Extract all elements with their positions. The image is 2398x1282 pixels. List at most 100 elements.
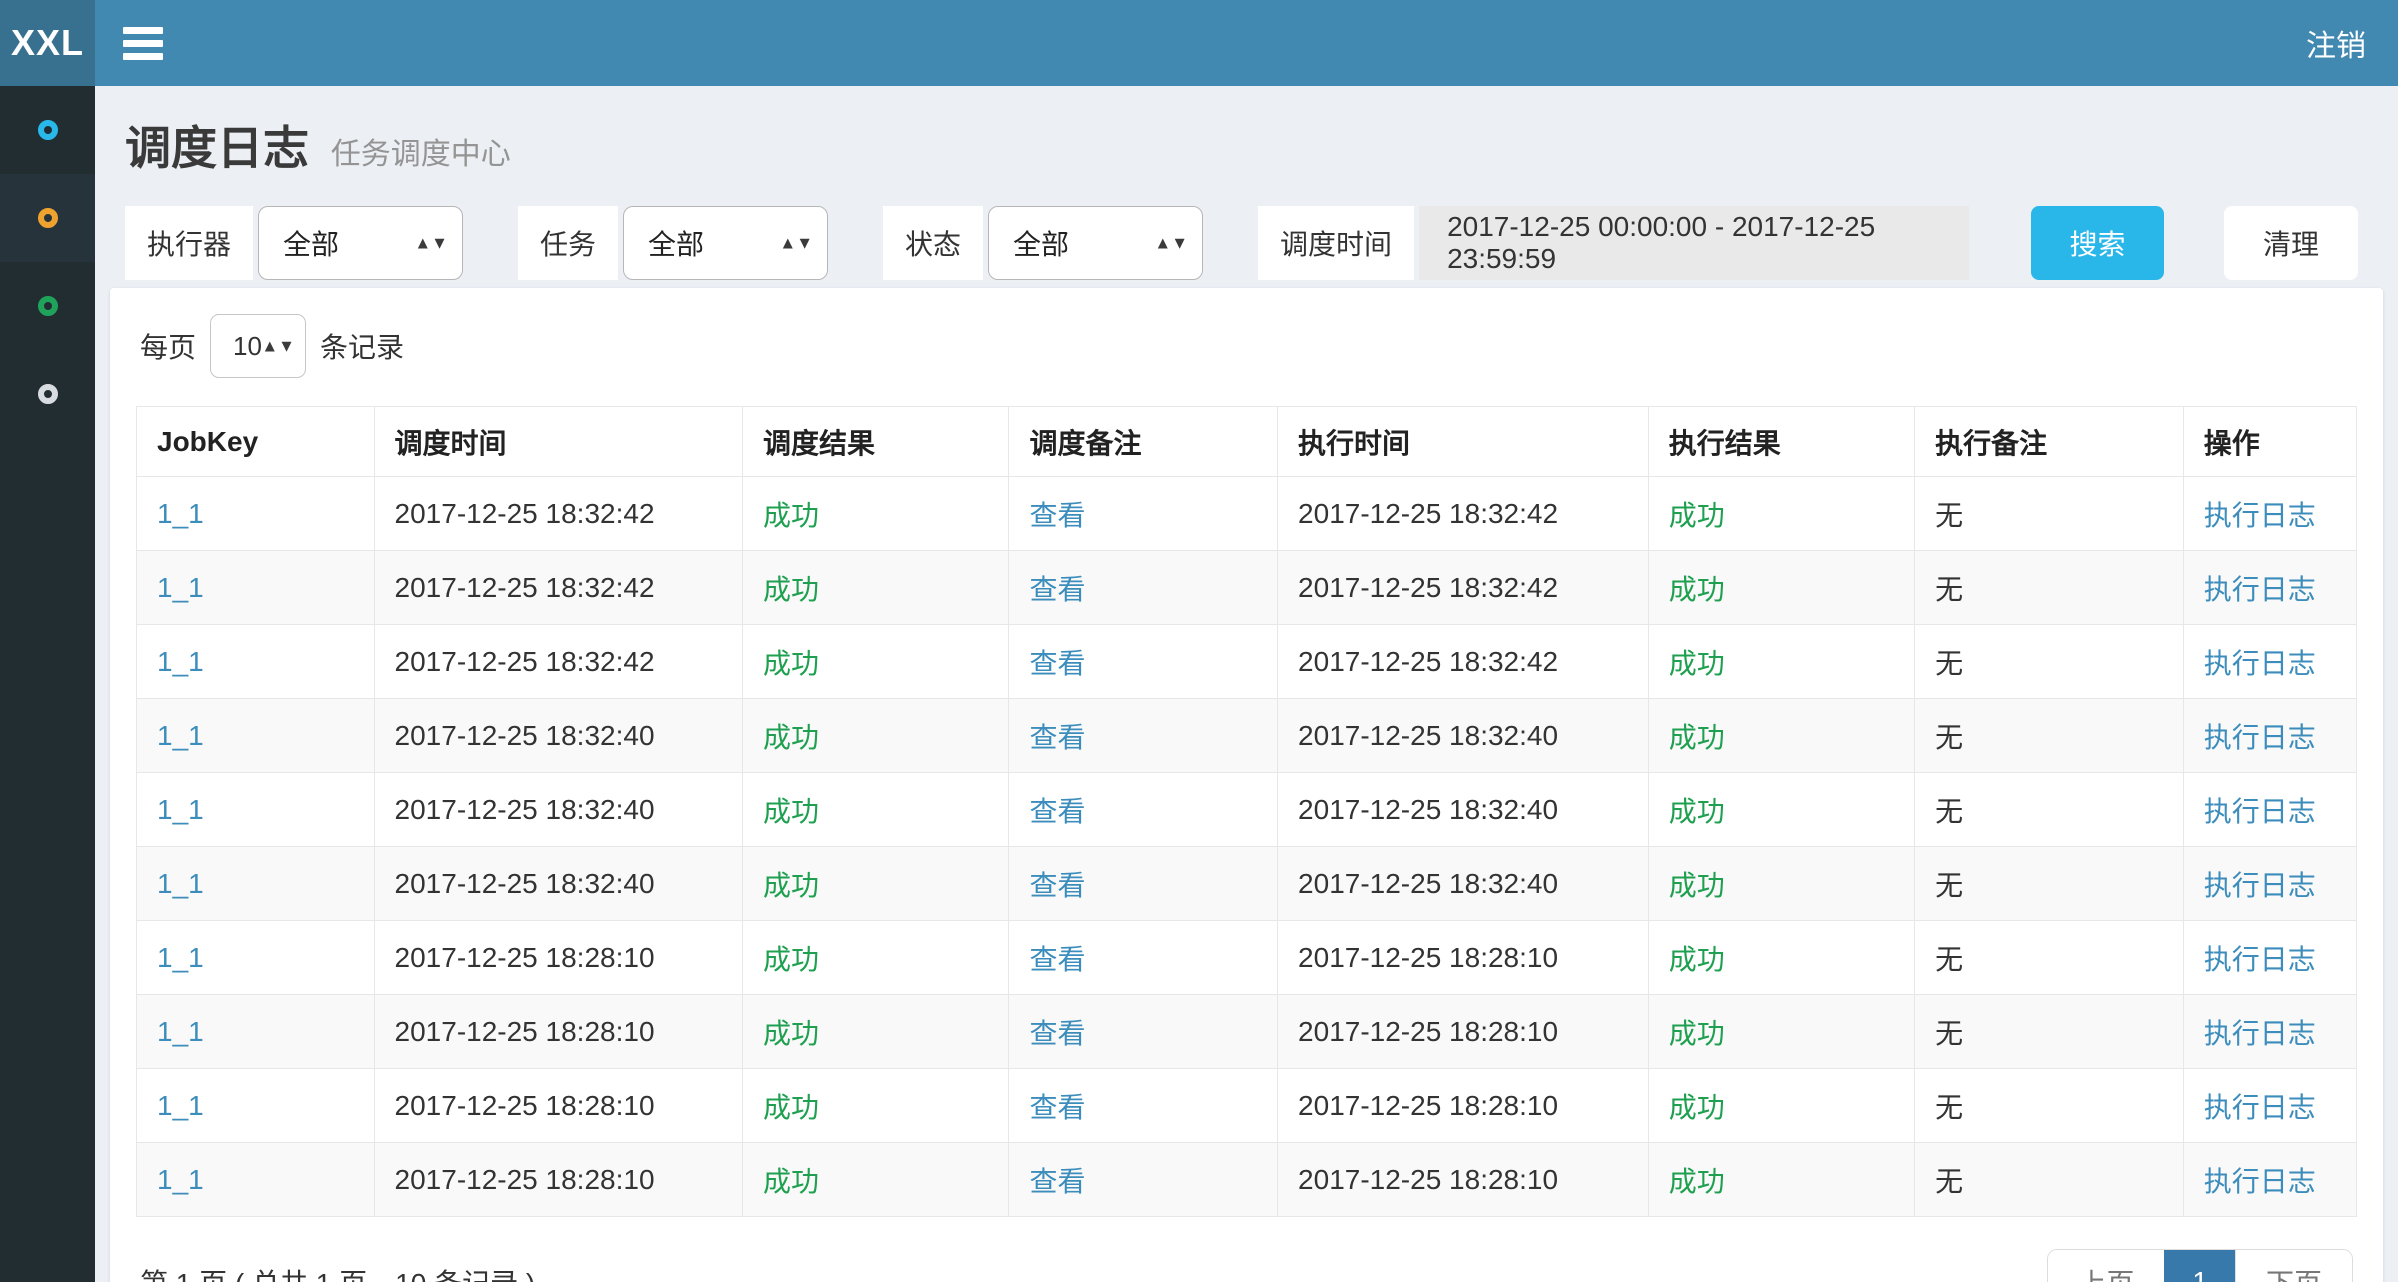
column-header: 执行结果: [1648, 407, 1914, 477]
select-stepper-icon: ▲▼: [261, 339, 295, 354]
trigger-time-cell: 2017-12-25 18:32:40: [374, 699, 743, 773]
jobkey-link[interactable]: 1_1: [157, 572, 204, 603]
jobkey-link[interactable]: 1_1: [157, 794, 204, 825]
handle-time-cell: 2017-12-25 18:28:10: [1278, 1143, 1649, 1217]
trigger-msg-link[interactable]: 查看: [1029, 722, 1085, 753]
pagination: 上页 1 下页: [2047, 1249, 2353, 1282]
prev-page-button[interactable]: 上页: [2048, 1250, 2164, 1282]
trigger-msg-link[interactable]: 查看: [1029, 870, 1085, 901]
trigger-msg-link[interactable]: 查看: [1029, 1092, 1085, 1123]
status-filter-label: 状态: [883, 206, 983, 280]
trigger-result-cell: 成功: [743, 551, 1009, 625]
trigger-msg-link[interactable]: 查看: [1029, 1166, 1085, 1197]
trigger-msg-link[interactable]: 查看: [1029, 648, 1085, 679]
job-select[interactable]: 全部 ▲▼: [623, 206, 828, 280]
status-select[interactable]: 全部 ▲▼: [988, 206, 1203, 280]
logout-link[interactable]: 注销: [2274, 0, 2398, 86]
current-page-button[interactable]: 1: [2164, 1250, 2235, 1282]
column-header: 调度时间: [374, 407, 743, 477]
jobkey-link[interactable]: 1_1: [157, 1016, 204, 1047]
status-filter: 状态 全部 ▲▼: [883, 206, 1203, 280]
column-header: 执行备注: [1915, 407, 2184, 477]
log-panel: 每页 10 ▲▼ 条记录 JobKey调度时间调度结果调度备注执行时间执行结果执…: [110, 288, 2383, 1282]
time-range-input[interactable]: 2017-12-25 00:00:00 - 2017-12-25 23:59:5…: [1419, 206, 1969, 280]
handle-msg-cell: 无: [1915, 699, 2184, 773]
table-row: 1_1 2017-12-25 18:32:40 成功 查看 2017-12-25…: [137, 773, 2357, 847]
jobkey-link[interactable]: 1_1: [157, 646, 204, 677]
navbar-spacer: [191, 0, 2274, 86]
next-page-button[interactable]: 下页: [2235, 1250, 2352, 1282]
exec-log-link[interactable]: 执行日志: [2204, 648, 2316, 679]
exec-log-link[interactable]: 执行日志: [2204, 1018, 2316, 1049]
main-content: 调度日志 任务调度中心 执行器 全部 ▲▼ 任务 全部 ▲▼ 状态 全部 ▲▼: [95, 86, 2398, 1282]
handle-time-cell: 2017-12-25 18:28:10: [1278, 995, 1649, 1069]
handle-msg-cell: 无: [1915, 921, 2184, 995]
sidebar-item[interactable]: [0, 86, 95, 174]
page-size-select[interactable]: 10 ▲▼: [210, 314, 306, 378]
handle-msg-cell: 无: [1915, 1143, 2184, 1217]
exec-log-link[interactable]: 执行日志: [2204, 574, 2316, 605]
page-size-value: 10: [233, 331, 262, 362]
top-navbar: XXL 注销: [0, 0, 2398, 86]
trigger-time-cell: 2017-12-25 18:32:40: [374, 773, 743, 847]
sidebar-item[interactable]: [0, 350, 95, 438]
handle-result-cell: 成功: [1648, 477, 1914, 551]
executor-select[interactable]: 全部 ▲▼: [258, 206, 463, 280]
executor-select-value: 全部: [283, 223, 339, 263]
jobkey-link[interactable]: 1_1: [157, 720, 204, 751]
trigger-result-cell: 成功: [743, 1143, 1009, 1217]
trigger-result-cell: 成功: [743, 1069, 1009, 1143]
hamburger-icon: [123, 27, 163, 60]
table-footer: 第 1 页 ( 总共 1 页，10 条记录 ) 上页 1 下页: [136, 1249, 2357, 1282]
trigger-time-cell: 2017-12-25 18:28:10: [374, 995, 743, 1069]
circle-icon: [38, 296, 58, 316]
sidebar-item[interactable]: [0, 262, 95, 350]
exec-log-link[interactable]: 执行日志: [2204, 870, 2316, 901]
handle-time-cell: 2017-12-25 18:28:10: [1278, 921, 1649, 995]
trigger-time-cell: 2017-12-25 18:32:42: [374, 477, 743, 551]
jobkey-link[interactable]: 1_1: [157, 942, 204, 973]
exec-log-link[interactable]: 执行日志: [2204, 796, 2316, 827]
handle-time-cell: 2017-12-25 18:32:40: [1278, 773, 1649, 847]
handle-result-cell: 成功: [1648, 921, 1914, 995]
sidebar-item[interactable]: [0, 174, 95, 262]
trigger-msg-link[interactable]: 查看: [1029, 574, 1085, 605]
select-stepper-icon: ▲▼: [1154, 236, 1188, 251]
jobkey-link[interactable]: 1_1: [157, 868, 204, 899]
trigger-time-filter: 调度时间 2017-12-25 00:00:00 - 2017-12-25 23…: [1258, 206, 1969, 280]
executor-filter-label: 执行器: [125, 206, 253, 280]
sidebar: [0, 86, 95, 1282]
sidebar-toggle-button[interactable]: [95, 0, 191, 86]
trigger-msg-link[interactable]: 查看: [1029, 1018, 1085, 1049]
trigger-result-cell: 成功: [743, 921, 1009, 995]
column-header: 调度结果: [743, 407, 1009, 477]
exec-log-link[interactable]: 执行日志: [2204, 1092, 2316, 1123]
exec-log-link[interactable]: 执行日志: [2204, 500, 2316, 531]
table-row: 1_1 2017-12-25 18:28:10 成功 查看 2017-12-25…: [137, 1143, 2357, 1217]
page-title: 调度日志: [125, 122, 309, 174]
handle-time-cell: 2017-12-25 18:28:10: [1278, 1069, 1649, 1143]
trigger-result-cell: 成功: [743, 699, 1009, 773]
handle-result-cell: 成功: [1648, 995, 1914, 1069]
exec-log-link[interactable]: 执行日志: [2204, 722, 2316, 753]
table-row: 1_1 2017-12-25 18:32:42 成功 查看 2017-12-25…: [137, 551, 2357, 625]
exec-log-link[interactable]: 执行日志: [2204, 1166, 2316, 1197]
handle-time-cell: 2017-12-25 18:32:42: [1278, 625, 1649, 699]
trigger-msg-link[interactable]: 查看: [1029, 500, 1085, 531]
jobkey-link[interactable]: 1_1: [157, 1090, 204, 1121]
handle-result-cell: 成功: [1648, 699, 1914, 773]
circle-icon: [38, 208, 58, 228]
exec-log-link[interactable]: 执行日志: [2204, 944, 2316, 975]
jobkey-link[interactable]: 1_1: [157, 1164, 204, 1195]
trigger-msg-link[interactable]: 查看: [1029, 796, 1085, 827]
page-size-prefix: 每页: [140, 326, 196, 366]
clear-button[interactable]: 清理: [2224, 206, 2358, 280]
table-row: 1_1 2017-12-25 18:28:10 成功 查看 2017-12-25…: [137, 921, 2357, 995]
trigger-result-cell: 成功: [743, 847, 1009, 921]
trigger-msg-link[interactable]: 查看: [1029, 944, 1085, 975]
column-header: JobKey: [137, 407, 375, 477]
search-button[interactable]: 搜索: [2031, 206, 2164, 280]
handle-time-cell: 2017-12-25 18:32:42: [1278, 477, 1649, 551]
jobkey-link[interactable]: 1_1: [157, 498, 204, 529]
app-logo[interactable]: XXL: [0, 0, 95, 86]
